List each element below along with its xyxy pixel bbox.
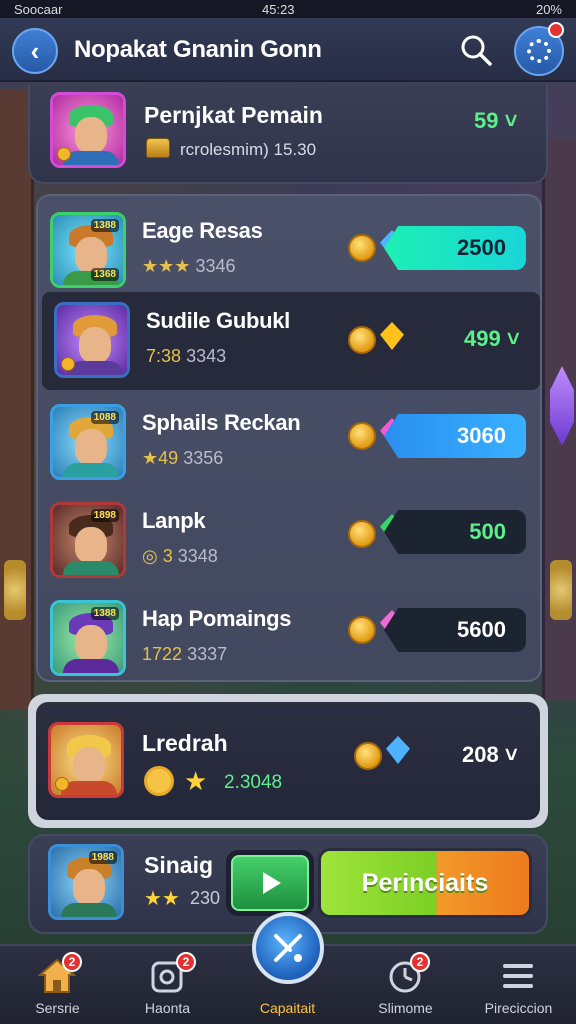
avatar-level: 1388 xyxy=(90,219,119,232)
diamond-icon xyxy=(386,736,410,764)
player-rating: 7:38 3343 xyxy=(146,346,227,366)
nav-label: Slimome xyxy=(378,1000,433,1016)
lamp-right xyxy=(550,560,572,620)
app-header: ‹ Nopakat Gnanin Gonn xyxy=(0,18,576,82)
nav-item-menu[interactable]: Pireciccion xyxy=(461,946,576,1024)
notification-dot xyxy=(548,22,564,38)
value-bar: 5600 xyxy=(384,608,526,652)
selected-player-card[interactable]: Lredrah ★ 2.3048 208 ˅ xyxy=(28,694,548,828)
player-name: Sudile Gubukl xyxy=(146,308,290,333)
list-item[interactable]: Sudile Gubukl 7:38 3343 499 ˅ xyxy=(42,292,540,390)
leaderboard-list: 1388 1368 Eage Resas ★★★ 3346 2500 Sudil… xyxy=(36,194,542,682)
status-bar: Soocaar 45:23 20% xyxy=(0,0,576,18)
page-title: Nopakat Gnanin Gonn xyxy=(74,36,322,63)
player-name: Eage Resas xyxy=(142,218,263,243)
nav-label: Pireciccion xyxy=(484,1000,553,1016)
coin-icon xyxy=(348,234,376,262)
chest-icon xyxy=(146,138,170,158)
player-value: 499 ˅ xyxy=(464,326,520,351)
avatar xyxy=(54,302,130,378)
nav-item-center[interactable]: Capaitait xyxy=(230,912,345,1024)
list-item[interactable]: 1898 Lanpk ◎ 3 3348 500 xyxy=(38,492,544,590)
search-icon[interactable] xyxy=(458,32,494,68)
selected-player-inner: Lredrah ★ 2.3048 208 ˅ xyxy=(36,702,540,820)
coin-icon xyxy=(61,357,75,371)
player-subtext: 2.3048 xyxy=(224,772,283,793)
player-rating: 1722 3337 xyxy=(142,644,228,664)
avatar: 1388 xyxy=(50,600,126,676)
coin-icon xyxy=(348,520,376,548)
play-button[interactable] xyxy=(226,850,314,916)
avatar-level-secondary: 1368 xyxy=(90,268,119,281)
notification-badge: 2 xyxy=(410,952,430,972)
coin-icon xyxy=(348,326,376,354)
notification-badge: 2 xyxy=(176,952,196,972)
bottom-nav: 2 Sersrie 2 Haonta Capaitait 2 Slimome P… xyxy=(0,912,576,1024)
avatar: 1088 xyxy=(50,404,126,480)
avatar xyxy=(48,722,124,798)
nav-label: Haonta xyxy=(144,1000,191,1016)
player-name: Lanpk xyxy=(142,508,206,533)
play-icon xyxy=(263,872,281,894)
player-stars: ★★ xyxy=(144,888,180,910)
player-value: 208 ˅ xyxy=(462,742,518,767)
list-item[interactable]: 1088 Sphails Reckan ★49 3356 3060 xyxy=(38,394,544,492)
avatar: 1388 1368 xyxy=(50,212,126,288)
coin-icon xyxy=(57,147,71,161)
player-subtext: 230 xyxy=(190,888,221,908)
player-rating: ★49 3356 xyxy=(142,448,224,468)
rank-icon xyxy=(144,766,174,796)
player-name: Sinaig xyxy=(144,852,214,878)
swords-icon xyxy=(274,934,302,962)
notification-badge: 2 xyxy=(62,952,82,972)
coin-icon xyxy=(348,616,376,644)
nav-label: Sersrie xyxy=(35,1000,80,1016)
battery-label: 20% xyxy=(535,1,562,17)
list-item[interactable]: 1388 1368 Eage Resas ★★★ 3346 2500 xyxy=(38,202,544,300)
avatar: 1988 xyxy=(48,844,124,920)
details-button[interactable]: Perinciaits xyxy=(318,848,532,918)
avatar-level: 1988 xyxy=(88,851,117,864)
nav-item-timer[interactable]: 2 Slimome xyxy=(348,946,463,1024)
player-rating: ★★★ 3346 xyxy=(142,256,236,276)
player-name: Lredrah xyxy=(142,730,228,756)
coin-icon xyxy=(55,777,69,791)
player-score: 59 ˅ xyxy=(474,108,518,133)
list-item[interactable]: 1388 Hap Pomaings 1722 3337 5600 xyxy=(38,590,544,688)
carrier-label: Soocaar xyxy=(14,1,63,17)
player-name: Sphails Reckan xyxy=(142,410,301,435)
star-icon: ★ xyxy=(184,766,208,796)
coin-icon xyxy=(348,422,376,450)
diamond-icon xyxy=(380,322,404,350)
current-player-card[interactable]: Pernjkat Pemain rcrolesmim) 15.30 59 ˅ xyxy=(28,84,548,184)
nav-item-home[interactable]: 2 Sersrie xyxy=(0,946,115,1024)
nav-label: Capaitait xyxy=(259,1000,316,1016)
avatar xyxy=(50,92,126,168)
player-name: Pernjkat Pemain xyxy=(144,102,323,128)
hamburger-icon xyxy=(503,964,533,988)
loading-dots-icon xyxy=(527,39,551,63)
avatar-level: 1388 xyxy=(90,607,119,620)
value-bar: 2500 xyxy=(384,226,526,270)
player-name: Hap Pomaings xyxy=(142,606,292,631)
clock: 45:23 xyxy=(262,1,295,17)
nav-item-camera[interactable]: 2 Haonta xyxy=(110,946,225,1024)
player-rating: ◎ 3 3348 xyxy=(142,546,218,566)
avatar: 1898 xyxy=(50,502,126,578)
lamp-left xyxy=(4,560,26,620)
value-bar: 500 xyxy=(384,510,526,554)
player-subtext: rcrolesmim) 15.30 xyxy=(180,140,317,159)
chevron-left-icon: ‹ xyxy=(30,35,40,66)
coin-icon xyxy=(354,742,382,770)
back-button[interactable]: ‹ xyxy=(12,28,58,74)
value-bar: 3060 xyxy=(384,414,526,458)
center-action-button[interactable] xyxy=(252,912,324,984)
avatar-level: 1898 xyxy=(90,509,119,522)
avatar-level: 1088 xyxy=(90,411,119,424)
